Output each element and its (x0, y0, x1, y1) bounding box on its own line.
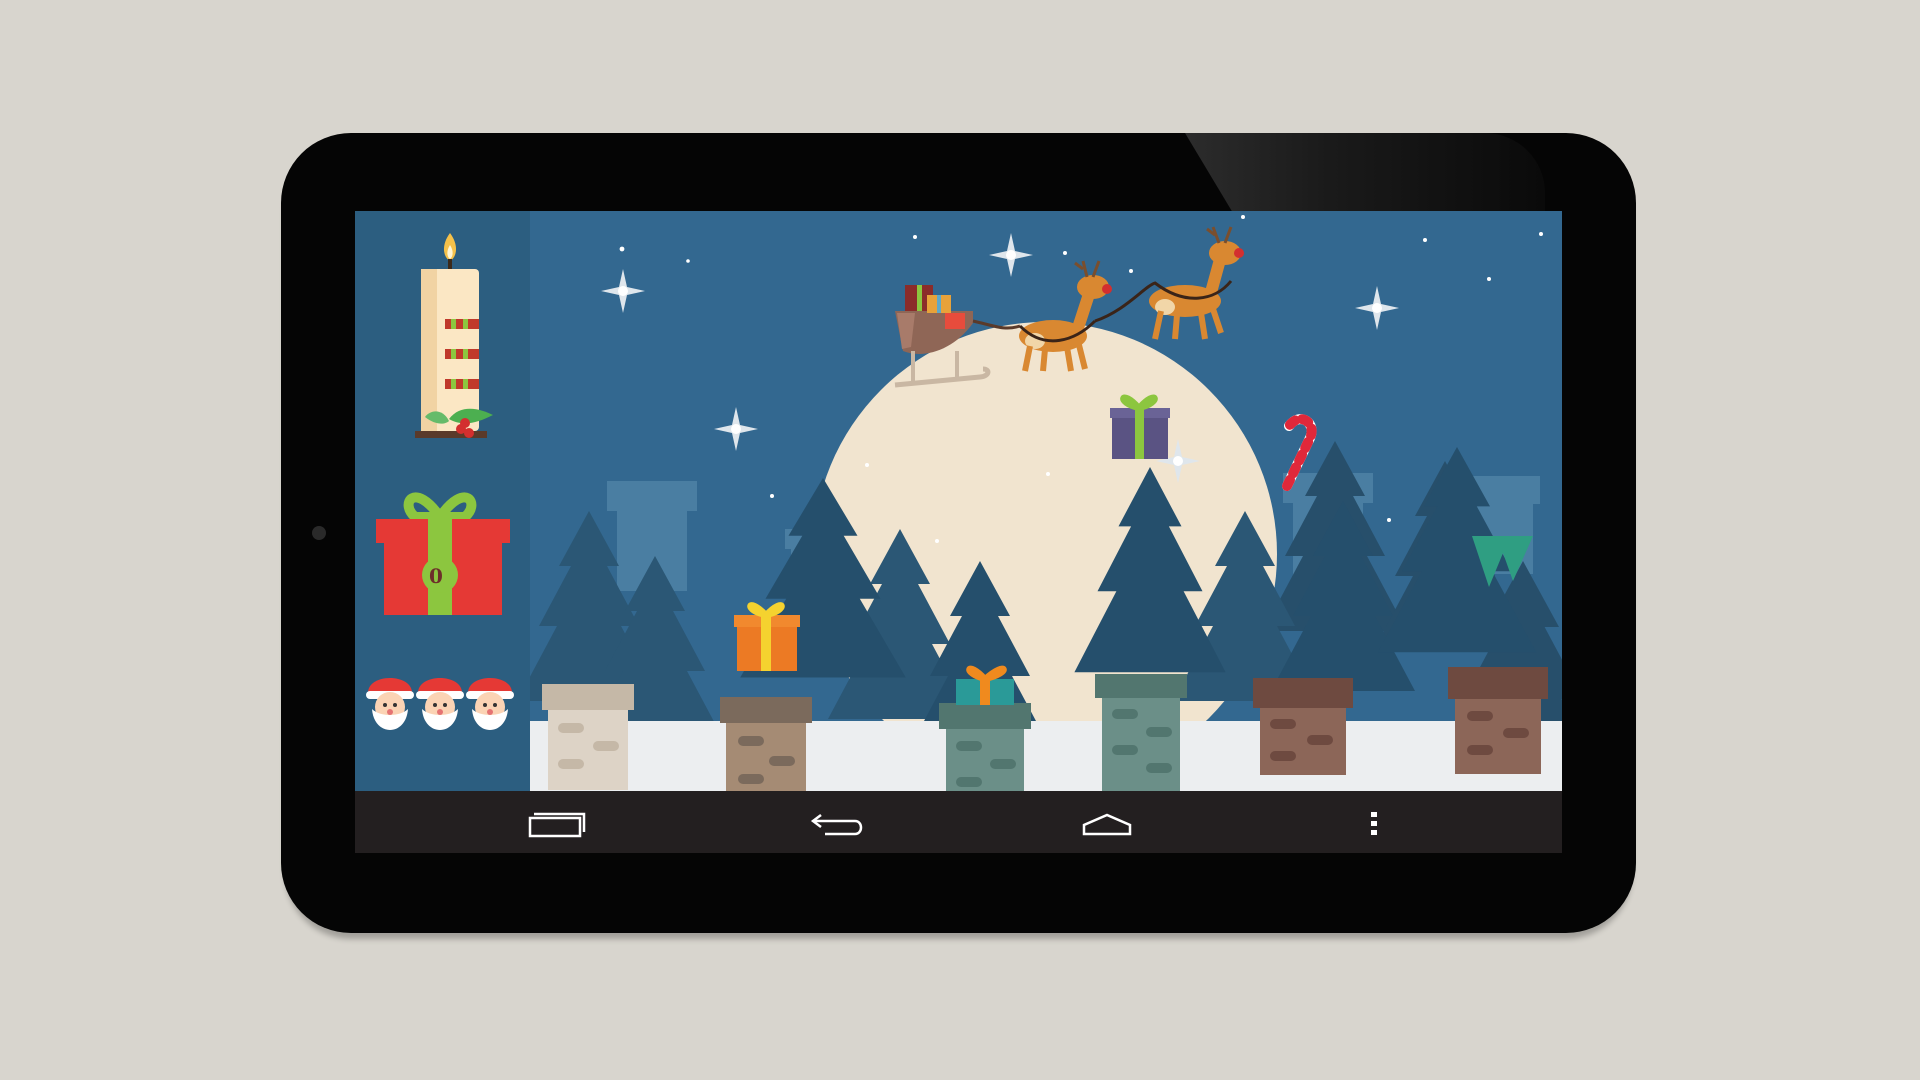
candle-icon (415, 233, 493, 438)
android-nav-bar (355, 791, 1562, 853)
chimney-4 (1095, 674, 1187, 791)
santa-face-icon (366, 678, 514, 730)
reindeer-2[interactable] (1094, 226, 1244, 340)
chimney-2 (720, 697, 812, 791)
recent-apps-icon (528, 812, 586, 838)
hud-graphics (366, 233, 514, 730)
chimney-5 (1253, 678, 1353, 775)
home-button[interactable] (1067, 791, 1147, 853)
back-icon (810, 814, 863, 836)
presents-score: 0 (429, 564, 443, 588)
game-scene[interactable] (355, 211, 1562, 791)
falling-present-orange[interactable] (734, 602, 800, 671)
recent-apps-button[interactable] (517, 791, 597, 853)
present-icon (376, 492, 510, 615)
chimney-1 (542, 684, 634, 790)
game-screen[interactable] (355, 211, 1562, 791)
overflow-menu-button[interactable] (1355, 791, 1395, 853)
hud-sidebar (355, 211, 530, 791)
chimney-6 (1448, 667, 1548, 774)
home-icon (1082, 813, 1132, 836)
chimney-3 (939, 703, 1031, 791)
overflow-menu-icon (1371, 812, 1377, 835)
back-button[interactable] (797, 791, 877, 853)
screen-glare (1185, 133, 1545, 213)
front-camera (312, 526, 326, 540)
